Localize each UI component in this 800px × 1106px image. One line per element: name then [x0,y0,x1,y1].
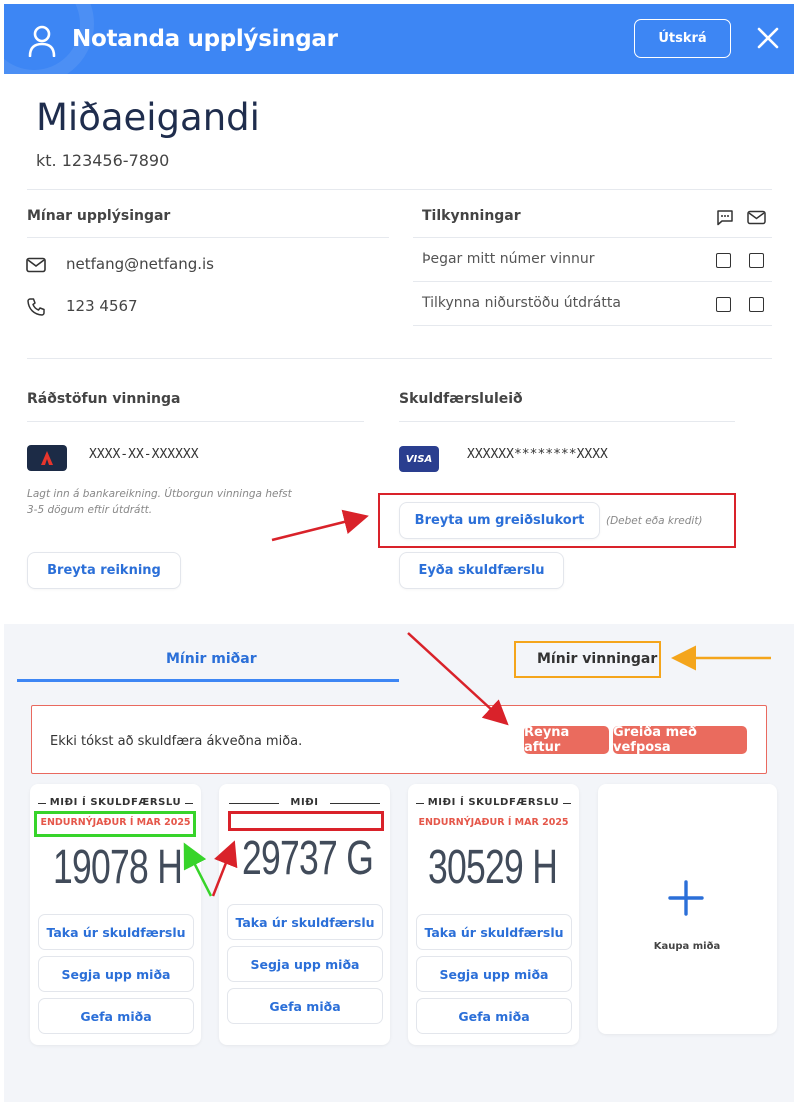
cancel-ticket-button[interactable]: Segja upp miða [227,946,383,982]
gift-ticket-button[interactable]: Gefa miða [38,998,194,1034]
divider [27,358,772,359]
divider [563,803,571,804]
divider [413,237,772,238]
notification-sms-checkbox[interactable] [716,297,731,312]
user-icon [28,25,56,57]
divider [413,325,772,326]
sms-icon [717,210,733,226]
buy-ticket-label: Kaupa miða [653,941,721,952]
email-value: netfang@netfang.is [66,255,214,273]
remove-from-billing-button[interactable]: Taka úr skuldfærslu [38,914,194,950]
logout-button[interactable]: Útskrá [634,19,731,58]
notification-email-checkbox[interactable] [749,253,764,268]
ticket-number: 19078 H [53,841,183,894]
divider [330,803,380,804]
gift-ticket-button[interactable]: Gefa miða [227,988,383,1024]
ticket-label: MIÐI Í SKULDFÆRSLU [49,797,182,808]
annotation-arrow [271,509,369,542]
phone-value: 123 4567 [66,297,138,315]
billing-title: Skuldfærsluleið [399,391,523,407]
ticket-number: 29737 G [242,832,374,885]
owner-name: Miðaeigandi [36,96,260,139]
bank-logo [27,445,67,471]
header-bar: Notanda upplýsingar Útskrá [4,4,794,74]
visa-logo: VISA [399,446,439,472]
my-info-title: Mínar upplýsingar [27,208,171,224]
ticket-number: 30529 H [428,841,558,894]
notification-email-checkbox[interactable] [749,297,764,312]
ticket-renewal: ENDURNÝJAÐUR Í MAR 2025 [418,817,569,828]
mail-icon [26,257,46,273]
divider [399,421,735,422]
remove-from-billing-button[interactable]: Taka úr skuldfærslu [227,904,383,940]
cancel-ticket-button[interactable]: Segja upp miða [38,956,194,992]
change-account-button[interactable]: Breyta reikning [27,552,181,589]
bank-logo-icon [41,451,53,465]
pay-online-button[interactable]: Greiða með vefposa [613,725,747,755]
annotation-box [228,811,384,831]
divider [27,189,772,190]
annotation-box [378,493,736,548]
tab-my-tickets[interactable]: Mínir miðar [166,651,257,667]
notification-label: Þegar mitt númer vinnur [422,251,595,267]
remove-from-billing-button[interactable]: Taka úr skuldfærslu [416,914,572,950]
plus-icon[interactable] [668,880,704,916]
header-title: Notanda upplýsingar [72,26,338,52]
divider [27,421,364,422]
gift-ticket-button[interactable]: Gefa miða [416,998,572,1034]
bank-account-mask: XXXX-XX-XXXXXX [89,447,199,462]
notifications-title: Tilkynningar [422,208,521,224]
payout-title: Ráðstöfun vinninga [27,391,181,407]
owner-kennitala: kt. 123456-7890 [36,151,170,170]
error-message: Ekki tókst að skuldfæra ákveðna miða. [50,734,303,749]
annotation-box [34,811,196,837]
mail-icon [747,210,766,225]
cancel-ticket-button[interactable]: Segja upp miða [416,956,572,992]
divider [185,803,193,804]
notification-label: Tilkynna niðurstöðu útdrátta [422,295,621,311]
delete-billing-button[interactable]: Eyða skuldfærslu [399,552,564,589]
retry-button[interactable]: Reyna aftur [524,725,609,755]
payout-note: Lagt inn á bankareikning. Útborgun vinni… [27,488,292,516]
phone-icon [27,298,45,316]
annotation-box [514,641,661,678]
ticket-label: MIÐI Í SKULDFÆRSLU [427,797,560,808]
divider [413,281,772,282]
active-tab-indicator [17,679,399,682]
close-icon[interactable] [756,26,780,50]
divider [27,237,389,238]
notification-sms-checkbox[interactable] [716,253,731,268]
card-mask: XXXXXX********XXXX [467,447,608,462]
